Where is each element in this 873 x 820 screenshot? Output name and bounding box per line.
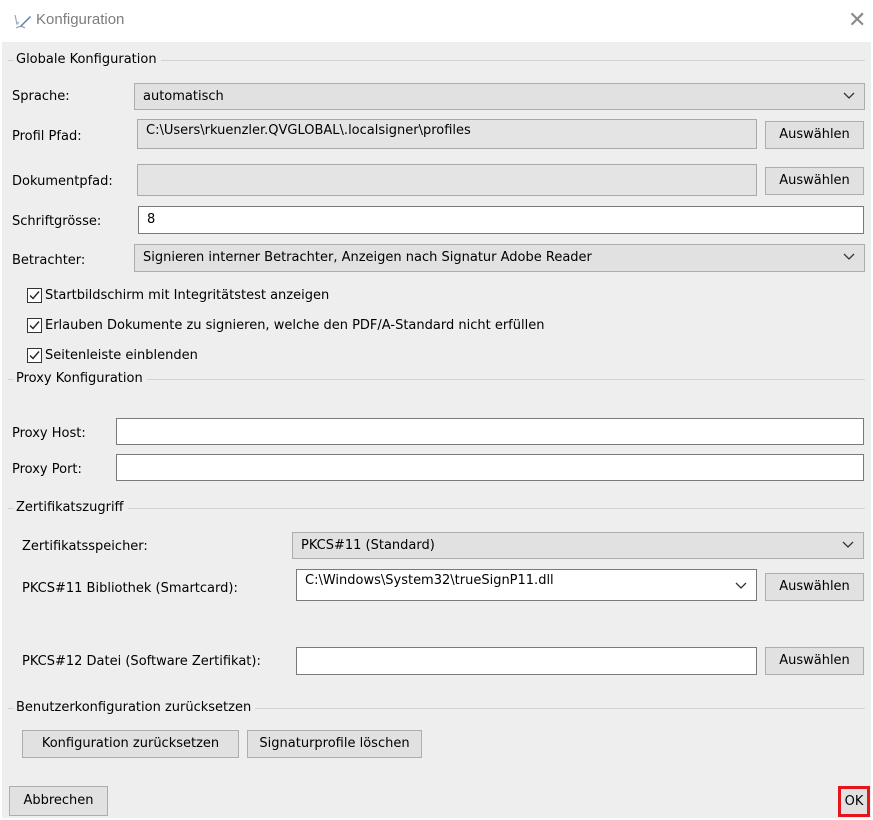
window-title: Konfiguration bbox=[36, 11, 125, 28]
startscreen-checkbox[interactable] bbox=[27, 288, 42, 303]
font-size-label: Schriftgrösse: bbox=[12, 214, 102, 229]
pkcs11-choose-button[interactable]: Auswählen bbox=[765, 573, 864, 601]
chevron-down-icon bbox=[843, 253, 855, 260]
startscreen-checkbox-label: Startbildschirm mit Integritätstest anze… bbox=[45, 288, 330, 303]
certificate-store-select[interactable]: PKCS#11 (Standard) bbox=[292, 532, 864, 559]
proxy-port-input[interactable] bbox=[116, 454, 864, 481]
proxy-port-label: Proxy Port: bbox=[12, 462, 82, 477]
pkcs12-choose-button[interactable]: Auswählen bbox=[765, 647, 864, 675]
profile-path-label: Profil Pfad: bbox=[12, 129, 82, 144]
checkmark-icon bbox=[29, 351, 40, 360]
chevron-down-icon bbox=[843, 92, 855, 99]
certificate-store-label: Zertifikatsspeicher: bbox=[22, 539, 148, 554]
profile-path-choose-button[interactable]: Auswählen bbox=[765, 121, 864, 149]
pkcs11-library-value: C:\Windows\System32\trueSignP11.dll bbox=[305, 573, 554, 588]
sidebar-checkbox[interactable] bbox=[27, 348, 42, 363]
proxy-config-legend: Proxy Konfiguration bbox=[14, 371, 147, 386]
font-size-input[interactable]: 8 bbox=[138, 206, 864, 234]
dialog-body: Globale Konfiguration Sprache: automatis… bbox=[2, 42, 871, 818]
chevron-down-icon bbox=[735, 582, 747, 589]
title-bar: Konfiguration ✕ bbox=[0, 0, 873, 42]
document-path-choose-button[interactable]: Auswählen bbox=[765, 167, 864, 195]
language-value: automatisch bbox=[143, 89, 224, 104]
reset-config-legend: Benutzerkonfiguration zurücksetzen bbox=[14, 700, 256, 715]
language-select[interactable]: automatisch bbox=[134, 83, 865, 110]
cancel-button[interactable]: Abbrechen bbox=[9, 786, 108, 816]
global-config-legend: Globale Konfiguration bbox=[14, 52, 161, 67]
proxy-host-input[interactable] bbox=[116, 418, 864, 445]
document-path-field[interactable] bbox=[137, 164, 757, 196]
profile-path-field[interactable]: C:\Users\rkuenzler.QVGLOBAL\.localsigner… bbox=[137, 119, 757, 149]
pkcs12-file-input[interactable] bbox=[296, 647, 757, 675]
certificate-store-value: PKCS#11 (Standard) bbox=[301, 538, 435, 553]
language-label: Sprache: bbox=[12, 89, 70, 104]
pkcs11-library-combo[interactable]: C:\Windows\System32\trueSignP11.dll bbox=[296, 569, 757, 601]
pdfa-checkbox[interactable] bbox=[27, 318, 42, 333]
ok-button[interactable]: OK bbox=[838, 786, 870, 817]
pkcs12-file-label: PKCS#12 Datei (Software Zertifikat): bbox=[22, 654, 261, 669]
sidebar-checkbox-label: Seitenleiste einblenden bbox=[45, 348, 198, 363]
chevron-down-icon bbox=[842, 541, 854, 548]
viewer-value: Signieren interner Betrachter, Anzeigen … bbox=[143, 250, 592, 265]
proxy-host-label: Proxy Host: bbox=[12, 426, 86, 441]
viewer-label: Betrachter: bbox=[12, 253, 86, 268]
pdfa-checkbox-label: Erlauben Dokumente zu signieren, welche … bbox=[45, 318, 545, 333]
reset-config-button[interactable]: Konfiguration zurücksetzen bbox=[22, 730, 239, 758]
pkcs11-library-label: PKCS#11 Bibliothek (Smartcard): bbox=[22, 581, 238, 596]
document-path-label: Dokumentpfad: bbox=[12, 174, 113, 189]
close-icon[interactable]: ✕ bbox=[848, 8, 866, 33]
signature-pen-icon bbox=[14, 14, 31, 29]
certificate-access-legend: Zertifikatszugriff bbox=[14, 500, 128, 515]
checkmark-icon bbox=[29, 291, 40, 300]
delete-profiles-button[interactable]: Signaturprofile löschen bbox=[247, 730, 422, 758]
viewer-select[interactable]: Signieren interner Betrachter, Anzeigen … bbox=[134, 244, 865, 272]
checkmark-icon bbox=[29, 321, 40, 330]
